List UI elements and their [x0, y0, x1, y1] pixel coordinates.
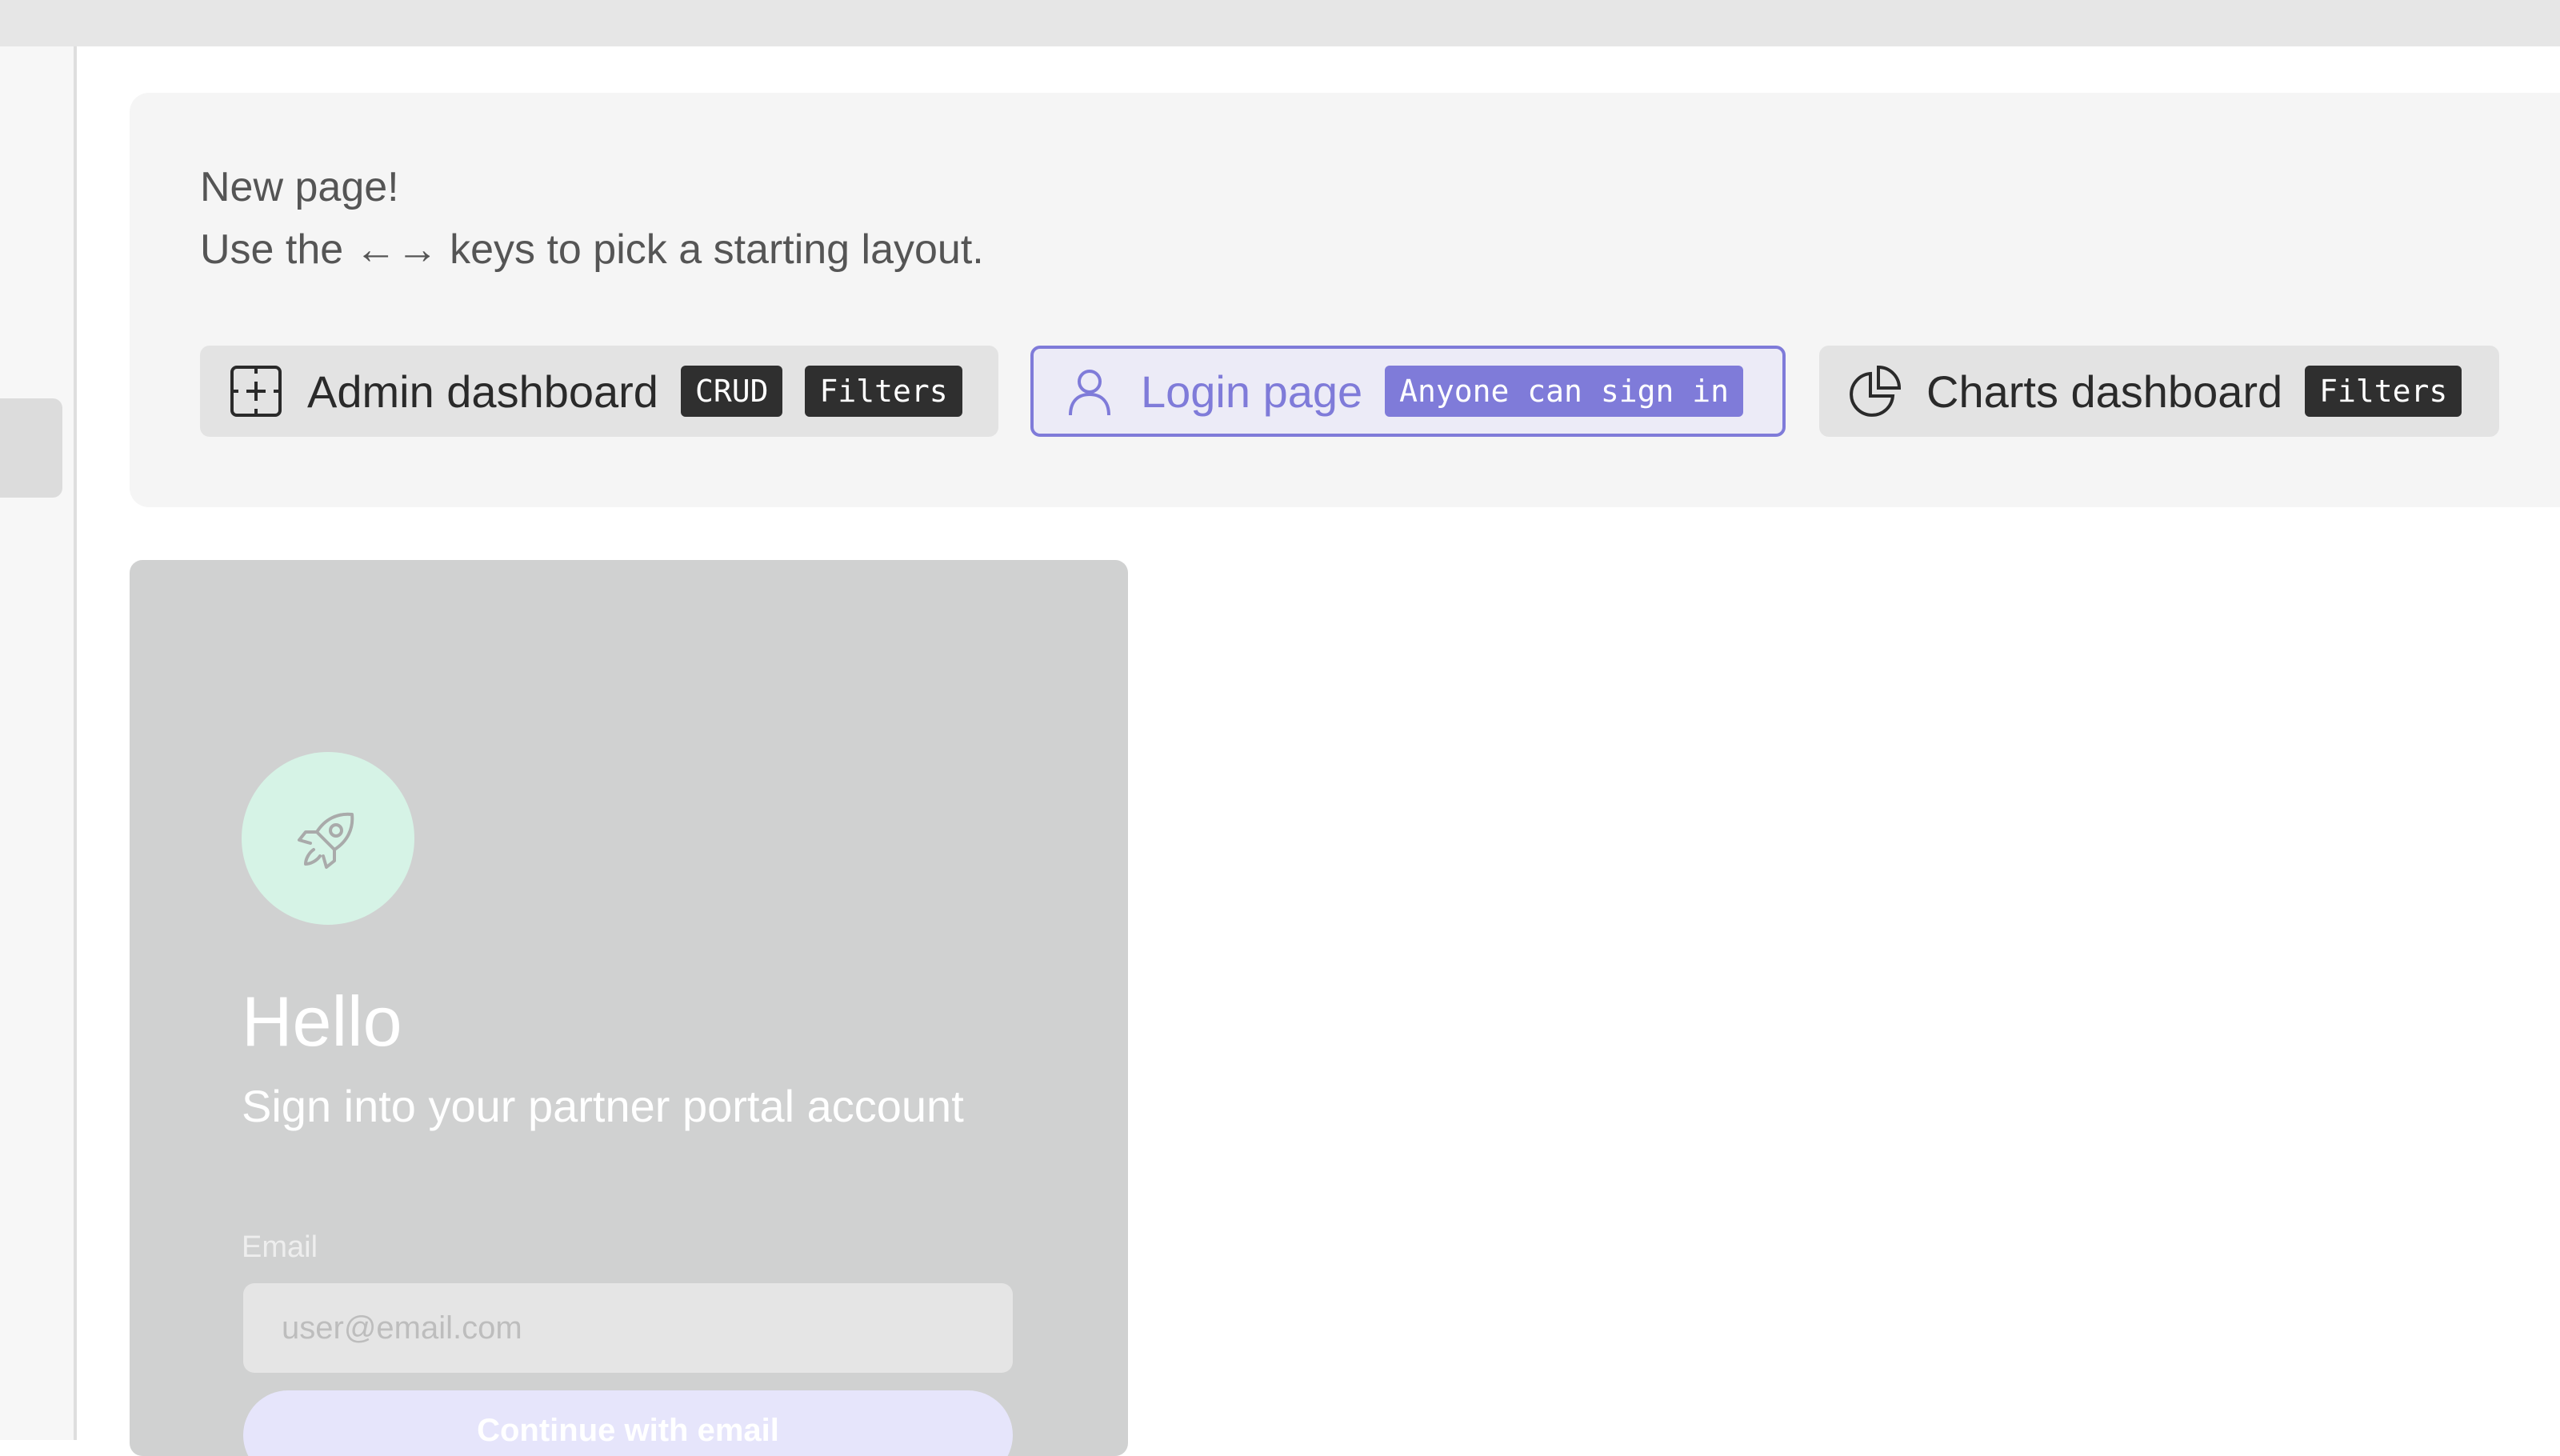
plus-frame-icon [227, 362, 285, 420]
sidebar-selected-item[interactable] [0, 398, 62, 498]
email-field[interactable] [243, 1283, 1013, 1373]
option-tag: Filters [2305, 366, 2462, 417]
chooser-instructions: Use the ←→ keys to pick a starting layou… [200, 226, 984, 273]
email-label: Email [242, 1230, 318, 1264]
option-label: Admin dashboard [307, 366, 658, 417]
preview-subtitle: Sign into your partner portal account [242, 1081, 964, 1131]
top-bar [0, 0, 2560, 46]
option-tag: CRUD [680, 366, 783, 417]
option-tag: Filters [805, 366, 962, 417]
login-page-preview: Hello Sign into your partner portal acco… [130, 560, 1128, 1456]
option-label: Charts dashboard [1926, 366, 2283, 417]
layout-option-admin-dashboard[interactable]: Admin dashboard CRUD Filters [200, 346, 998, 437]
user-icon [1061, 362, 1118, 420]
pie-chart-icon [1846, 362, 1904, 420]
rocket-icon [242, 752, 414, 925]
option-label: Login page [1141, 366, 1363, 417]
layout-option-login-page[interactable]: Login page Anyone can sign in [1030, 346, 1786, 437]
chooser-heading: New page! [200, 164, 399, 210]
option-tag: Anyone can sign in [1385, 366, 1743, 417]
left-sidebar: .. [0, 46, 77, 1440]
continue-with-email-button[interactable]: Continue with email [243, 1390, 1013, 1456]
layout-chooser: New page! Use the ←→ keys to pick a star… [130, 93, 2560, 507]
layout-option-charts-dashboard[interactable]: Charts dashboard Filters [1819, 346, 2499, 437]
preview-title: Hello [242, 982, 402, 1061]
